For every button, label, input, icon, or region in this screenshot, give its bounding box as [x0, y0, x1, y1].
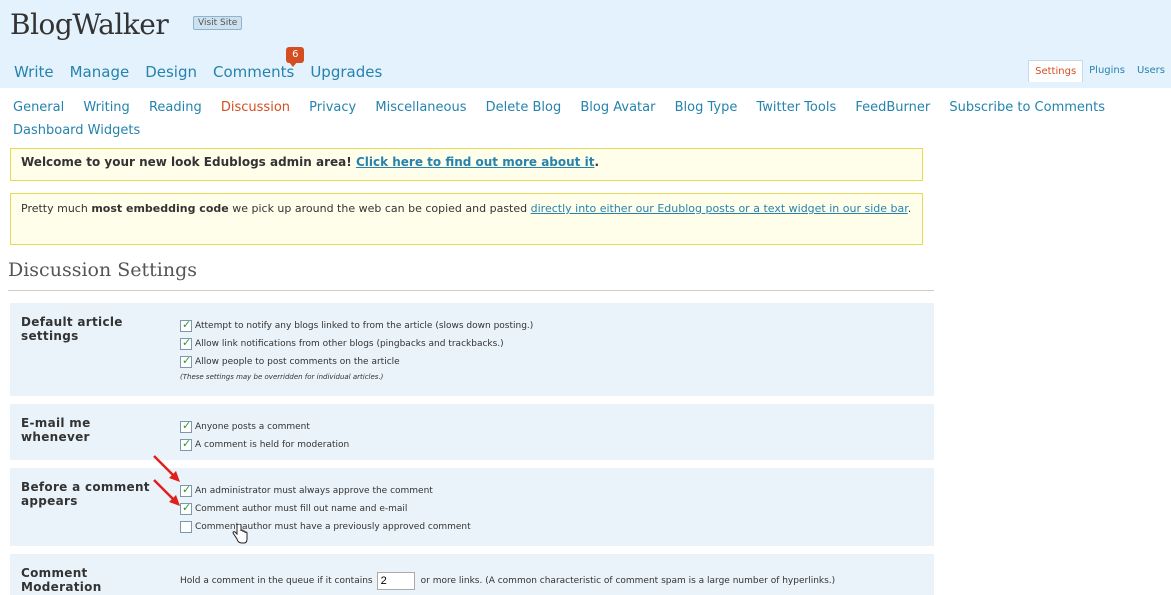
embed-notice-link[interactable]: directly into either our Edublog posts o… [531, 202, 908, 215]
option-allow-comments: Allow people to post comments on the art… [180, 353, 533, 371]
option-link-notifications: Allow link notifications from other blog… [180, 335, 533, 353]
default-article-settings-heading: Default article settings [21, 315, 123, 343]
email-me-whenever-heading: E-mail me whenever [21, 416, 91, 444]
option-held-for-moderation: A comment is held for moderation [180, 436, 349, 454]
option-label: Anyone posts a comment [195, 422, 310, 432]
sub-nav-miscellaneous[interactable]: Miscellaneous [375, 96, 466, 119]
option-label: Allow link notifications from other blog… [195, 339, 504, 349]
welcome-notice: Welcome to your new look Edublogs admin … [10, 148, 923, 181]
moderation-link-count-input[interactable] [376, 572, 415, 590]
nav-comments-label: Comments [213, 63, 295, 81]
option-notify-blogs: Attempt to notify any blogs linked to fr… [180, 317, 533, 335]
nav-comments[interactable]: Comments 6 [213, 47, 305, 81]
sub-nav: General Writing Reading Discussion Priva… [13, 96, 1153, 142]
checkbox-anyone-posts[interactable] [180, 419, 192, 433]
sub-nav-dashboard-widgets[interactable]: Dashboard Widgets [13, 119, 140, 142]
sub-nav-subscribe-to-comments[interactable]: Subscribe to Comments [949, 96, 1105, 119]
before-comment-appears-heading: Before a comment appears [21, 480, 150, 508]
nav-design[interactable]: Design [145, 63, 197, 81]
option-previously-approved: Comment author must have a previously ap… [180, 518, 471, 536]
checkbox-notify-blogs[interactable] [180, 318, 192, 332]
sub-nav-privacy[interactable]: Privacy [309, 96, 356, 119]
sub-nav-reading[interactable]: Reading [149, 96, 202, 119]
welcome-notice-end: . [594, 155, 600, 169]
option-name-email: Comment author must fill out name and e-… [180, 500, 471, 518]
embed-notice: Pretty much most embedding code we pick … [10, 193, 923, 245]
side-nav: Settings Plugins Users [1028, 60, 1171, 82]
moderation-prefix: Hold a comment in the queue if it contai… [180, 576, 373, 586]
sub-nav-writing[interactable]: Writing [83, 96, 129, 119]
sub-nav-blog-avatar[interactable]: Blog Avatar [580, 96, 655, 119]
sub-nav-feedburner[interactable]: FeedBurner [855, 96, 930, 119]
comment-moderation-section: Comment Moderation Hold a comment in the… [10, 554, 934, 595]
option-admin-approve: An administrator must always approve the… [180, 482, 471, 500]
welcome-notice-text: Welcome to your new look Edublogs admin … [21, 155, 352, 169]
embed-notice-prefix: Pretty much [21, 202, 92, 215]
comment-count-badge: 6 [286, 47, 305, 67]
sub-nav-delete-blog[interactable]: Delete Blog [486, 96, 562, 119]
embed-notice-end: . [907, 202, 912, 215]
option-label: A comment is held for moderation [195, 440, 350, 450]
sub-nav-twitter-tools[interactable]: Twitter Tools [756, 96, 836, 119]
nav-write[interactable]: Write [14, 63, 54, 81]
option-label: An administrator must always approve the… [195, 486, 433, 496]
override-note: (These settings may be overridden for in… [180, 373, 384, 381]
title-divider [8, 290, 934, 291]
blog-title: BlogWalker [10, 8, 169, 41]
option-anyone-posts: Anyone posts a comment [180, 418, 349, 436]
checkbox-allow-comments[interactable] [180, 354, 192, 368]
red-arrow-icon [153, 479, 180, 506]
admin-header: BlogWalker Visit Site Write Manage Desig… [0, 0, 1171, 88]
checkbox-link-notifications[interactable] [180, 336, 192, 350]
visit-site-button[interactable]: Visit Site [193, 16, 243, 30]
welcome-notice-link[interactable]: Click here to find out more about it [356, 155, 595, 169]
comment-moderation-heading: Comment Moderation [21, 566, 102, 594]
side-nav-settings[interactable]: Settings [1028, 60, 1084, 82]
option-label: Comment author must fill out name and e-… [195, 504, 408, 514]
before-comment-appears-section: Before a comment appears An administrato… [10, 468, 934, 546]
hand-cursor-icon [232, 524, 248, 544]
nav-manage[interactable]: Manage [70, 63, 130, 81]
main-nav: Write Manage Design Comments 6 Upgrades [14, 47, 382, 81]
side-nav-plugins[interactable]: Plugins [1083, 60, 1131, 82]
checkbox-previously-approved[interactable] [180, 521, 192, 533]
sub-nav-discussion[interactable]: Discussion [221, 96, 290, 119]
option-label: Allow people to post comments on the art… [195, 357, 400, 367]
moderation-links-row: Hold a comment in the queue if it contai… [180, 572, 835, 590]
page-title: Discussion Settings [8, 259, 197, 281]
sub-nav-general[interactable]: General [13, 96, 64, 119]
default-article-settings-section: Default article settings Attempt to noti… [10, 303, 934, 396]
side-nav-users[interactable]: Users [1131, 60, 1171, 82]
option-label: Attempt to notify any blogs linked to fr… [195, 321, 534, 331]
embed-notice-bold: most embedding code [91, 202, 229, 215]
sub-nav-blog-type[interactable]: Blog Type [675, 96, 738, 119]
embed-notice-middle: we pick up around the web can be copied … [228, 202, 531, 215]
nav-upgrades[interactable]: Upgrades [310, 63, 382, 81]
email-me-whenever-section: E-mail me whenever Anyone posts a commen… [10, 404, 934, 460]
checkbox-held-for-moderation[interactable] [180, 437, 192, 451]
moderation-suffix: or more links. (A common characteristic … [420, 576, 836, 586]
